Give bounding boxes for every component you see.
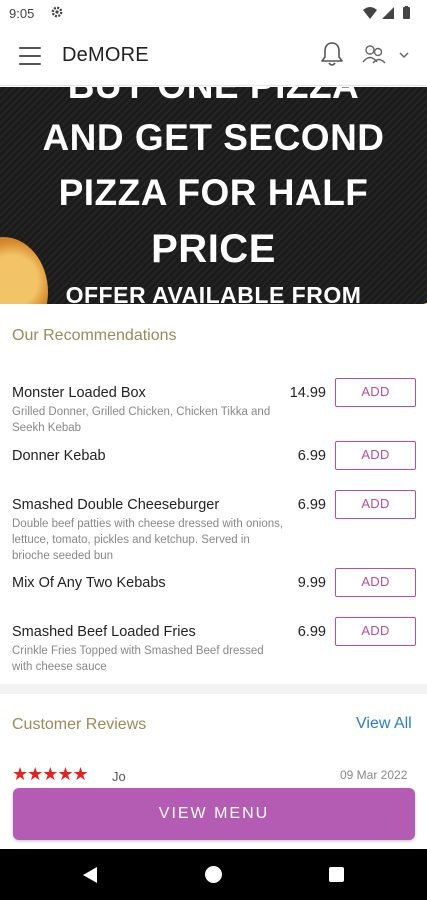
home-icon[interactable] [205,866,222,883]
recommendations-section: Our Recommendations Monster Loaded Box G… [0,305,427,684]
item-price: 6.99 [297,624,326,640]
recent-apps-icon[interactable] [329,867,344,882]
banner-line-3: PIZZA FOR HALF [58,172,369,213]
signal-icon [382,7,394,19]
bottom-action-area: VIEW MENU [0,781,427,849]
chevron-down-icon [399,52,409,59]
account-icon[interactable] [360,42,414,68]
status-time: 9:05 [9,6,35,21]
item-name: Monster Loaded Box [12,385,146,401]
review-date: 09 Mar 2022 [340,768,408,782]
banner-line-1: BUY ONE PIZZA [0,87,427,107]
promo-banner[interactable]: BUY ONE PIZZA AND GET SECOND PIZZA FOR H… [0,87,427,304]
reviews-title: Customer Reviews [12,716,147,733]
gear-icon [51,6,63,18]
item-name: Smashed Double Cheeseburger [12,497,220,513]
add-button[interactable]: ADD [335,617,416,646]
item-price: 14.99 [289,385,326,401]
add-button[interactable]: ADD [335,490,416,519]
system-nav-bar [0,849,427,900]
recommendations-title: Our Recommendations [12,327,177,344]
bell-icon[interactable] [319,40,345,68]
item-price: 9.99 [297,575,326,591]
app-bar: DeMORE [0,28,427,86]
item-name: Mix Of Any Two Kebabs [12,575,166,591]
item-description: Grilled Donner, Grilled Chicken, Chicken… [12,406,271,434]
view-all-link[interactable]: View All [356,715,412,733]
section-divider [0,684,427,694]
banner-line-2: AND GET SECOND [42,117,385,158]
item-description: Double beef patties with cheese dressed … [12,518,284,562]
wifi-icon [363,7,377,19]
view-menu-button[interactable]: VIEW MENU [13,788,415,840]
item-description: Crinkle Fries Topped with Smashed Beef d… [12,645,264,673]
item-name: Smashed Beef Loaded Fries [12,624,196,640]
banner-line-4: PRICE [151,227,276,271]
status-icons [363,6,410,19]
item-price: 6.99 [297,497,326,513]
add-button[interactable]: ADD [335,441,416,470]
hamburger-menu-icon[interactable] [19,47,41,65]
banner-line-5: OFFER AVAILABLE FROM [65,282,362,304]
back-icon[interactable] [82,866,98,884]
battery-icon [403,7,410,19]
item-name: Donner Kebab [12,448,106,464]
status-bar: 9:05 [0,0,427,28]
add-button[interactable]: ADD [335,378,416,407]
item-price: 6.99 [297,448,326,464]
app-title: DeMORE [62,44,149,66]
add-button[interactable]: ADD [335,568,416,597]
